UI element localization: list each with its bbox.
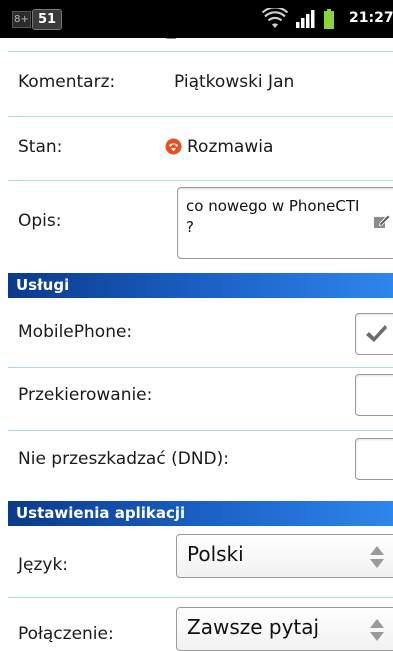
previous-content-edge — [0, 38, 393, 48]
description-field[interactable]: co nowego w PhoneCTI ? — [177, 187, 393, 259]
dnd-label: Nie przeszkadzać (DND): — [18, 449, 229, 469]
checkmark-icon — [366, 325, 387, 342]
state-value: Rozmawia — [165, 137, 273, 157]
wifi-icon — [262, 8, 288, 28]
app-settings-section-header: Ustawienia aplikacji — [8, 501, 393, 526]
state-label: Stan: — [18, 137, 63, 157]
edit-icon[interactable] — [373, 212, 391, 230]
connection-label: Połączenie: — [18, 624, 114, 644]
spinner-arrows-icon — [370, 619, 384, 641]
mobilephone-label: MobilePhone: — [18, 322, 133, 342]
spinner-arrows-icon — [370, 546, 384, 568]
google-plus-icon: 8+ — [12, 11, 31, 28]
divider — [8, 180, 393, 181]
connection-selected-value: Zawsze pytaj — [187, 615, 320, 639]
forwarding-checkbox[interactable] — [355, 374, 393, 416]
services-section-header: Usługi — [8, 273, 393, 298]
forwarding-label: Przekierowanie: — [18, 385, 153, 405]
divider — [8, 116, 393, 117]
comment-value: Piątkowski Jan — [174, 72, 295, 92]
signal-icon — [296, 10, 315, 28]
comment-label: Komentarz: — [18, 72, 116, 92]
clock: 21:27 — [349, 10, 393, 26]
description-label: Opis: — [18, 211, 62, 231]
state-text: Rozmawia — [187, 137, 274, 157]
language-label: Język: — [18, 555, 69, 575]
mobilephone-checkbox[interactable] — [355, 313, 393, 355]
divider — [8, 597, 393, 598]
dnd-checkbox[interactable] — [355, 438, 393, 480]
notification-count-badge: 51 — [32, 9, 63, 30]
battery-icon — [324, 9, 334, 29]
connection-dropdown[interactable]: Zawsze pytaj — [176, 607, 393, 651]
divider — [8, 367, 393, 368]
language-dropdown[interactable]: Polski — [176, 534, 393, 578]
divider — [8, 430, 393, 431]
busy-phone-icon — [165, 138, 182, 155]
description-text[interactable]: co nowego w PhoneCTI ? — [186, 196, 366, 238]
divider — [8, 51, 393, 52]
language-selected-value: Polski — [187, 542, 244, 566]
status-bar: 8+ 51 21:27 — [0, 0, 393, 38]
